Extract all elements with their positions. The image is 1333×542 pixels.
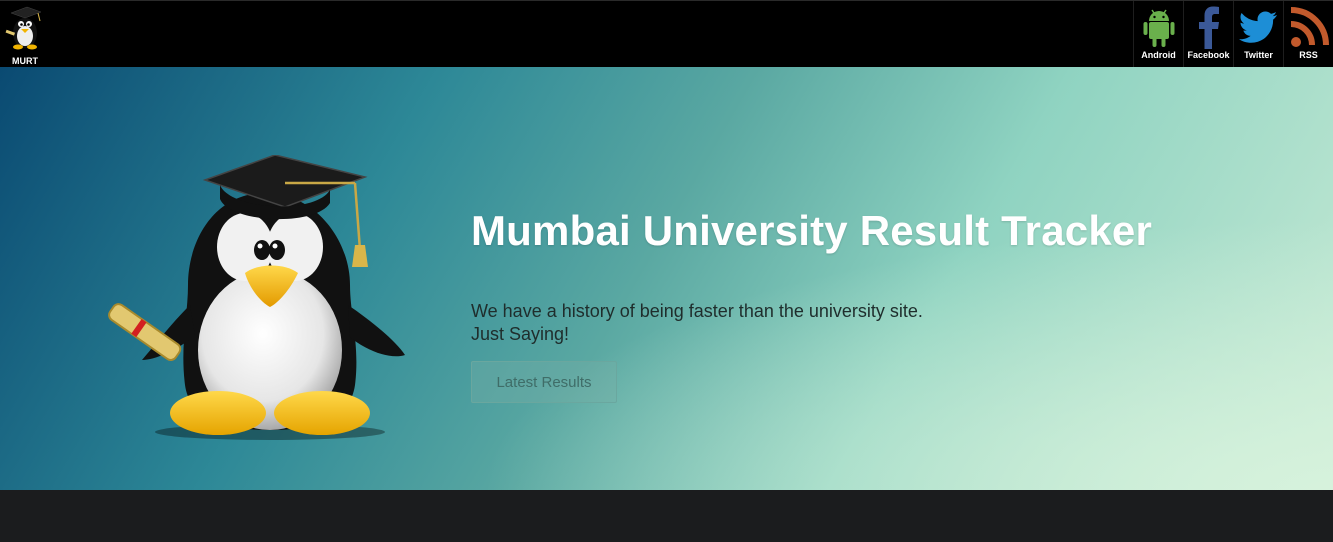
social-rss[interactable]: RSS — [1283, 1, 1333, 67]
top-navbar: MURT Android Facebook Twitter RSS — [0, 0, 1333, 68]
hero-tagline-line1: We have a history of being faster than t… — [471, 301, 923, 321]
social-label-rss: RSS — [1299, 50, 1318, 60]
social-links: Android Facebook Twitter RSS — [1133, 1, 1333, 67]
latest-results-button[interactable]: Latest Results — [471, 361, 617, 403]
social-label-twitter: Twitter — [1244, 50, 1273, 60]
footer-band — [0, 490, 1333, 542]
social-label-facebook: Facebook — [1187, 50, 1230, 60]
rss-icon — [1290, 7, 1329, 47]
social-twitter[interactable]: Twitter — [1233, 1, 1283, 67]
android-icon — [1143, 9, 1174, 47]
hero-banner: Mumbai University Result Tracker We have… — [0, 67, 1333, 490]
social-facebook[interactable]: Facebook — [1183, 1, 1233, 67]
social-label-android: Android — [1141, 50, 1176, 60]
social-android[interactable]: Android — [1133, 1, 1183, 67]
hero-tagline-line2: Just Saying! — [471, 324, 570, 344]
brand-logo-link[interactable]: MURT — [0, 5, 50, 68]
facebook-icon — [1198, 6, 1219, 49]
hero-tagline: We have a history of being faster than t… — [471, 300, 923, 346]
hero-title: Mumbai University Result Tracker — [471, 207, 1152, 254]
penguin-graduate-icon — [5, 6, 42, 50]
penguin-mascot-illustration — [108, 155, 405, 440]
twitter-icon — [1238, 11, 1277, 43]
